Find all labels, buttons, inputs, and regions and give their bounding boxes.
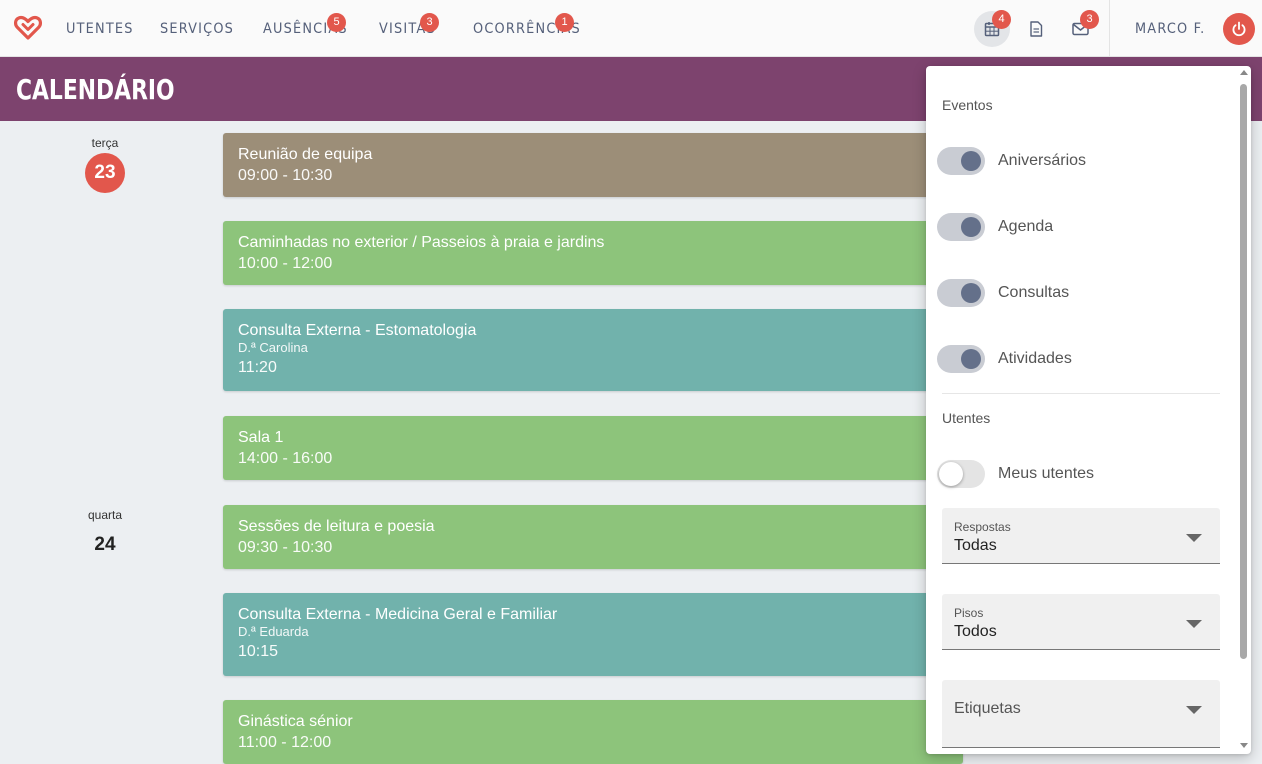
scroll-down-icon[interactable]	[1240, 743, 1248, 748]
toggle-track[interactable]	[937, 147, 985, 175]
event-card[interactable]: Reunião de equipa 09:00 - 10:30	[223, 133, 963, 197]
select-placeholder: Etiquetas	[954, 700, 1021, 717]
user-name[interactable]: MARCO F.	[1135, 21, 1205, 37]
toggle-label: Aniversários	[998, 152, 1087, 169]
toggle-knob	[961, 151, 981, 171]
event-card[interactable]: Consulta Externa - Estomatologia D.ª Car…	[223, 309, 963, 391]
visitas-badge: 3	[420, 13, 439, 32]
toggle-consultas[interactable]: Consultas	[937, 278, 1217, 308]
event-title: Sessões de leitura e poesia	[238, 518, 435, 535]
documents-button[interactable]	[1018, 11, 1054, 47]
ocorrencias-badge: 1	[555, 13, 574, 32]
logout-button[interactable]	[1223, 13, 1255, 45]
toggle-label: Meus utentes	[998, 465, 1095, 482]
messages-badge: 3	[1080, 10, 1099, 29]
calendar-badge: 4	[992, 10, 1011, 29]
toggle-track[interactable]	[937, 279, 985, 307]
toggle-atividades[interactable]: Atividades	[937, 344, 1217, 374]
event-title: Reunião de equipa	[238, 146, 373, 163]
scrollbar-thumb[interactable]	[1240, 84, 1247, 659]
event-time: 14:00 - 16:00	[238, 450, 333, 467]
toggle-track[interactable]	[937, 345, 985, 373]
toggle-knob	[961, 283, 981, 303]
respostas-select[interactable]: Respostas Todas	[942, 508, 1220, 564]
toggle-knob	[939, 462, 963, 486]
select-label: Respostas	[954, 520, 1011, 534]
select-value: Todos	[954, 623, 997, 640]
dropdown-arrow-icon	[1186, 620, 1202, 628]
toggle-label: Atividades	[998, 350, 1072, 367]
etiquetas-select[interactable]: Etiquetas	[942, 680, 1220, 748]
select-label: Pisos	[954, 606, 984, 620]
panel-scrollbar[interactable]	[1238, 66, 1250, 754]
event-card[interactable]: Consulta Externa - Medicina Geral e Fami…	[223, 593, 963, 676]
toggle-knob	[961, 349, 981, 369]
event-time: 11:00 - 12:00	[238, 734, 332, 751]
heart-logo-icon[interactable]	[14, 15, 42, 41]
toggle-knob	[961, 217, 981, 237]
event-time: 11:20	[238, 359, 277, 376]
dropdown-arrow-icon	[1186, 706, 1202, 714]
toggle-track[interactable]	[937, 213, 985, 241]
filter-panel: Eventos Aniversários Agenda Consultas At…	[926, 66, 1251, 754]
event-card[interactable]: Caminhadas no exterior / Passeios à prai…	[223, 221, 963, 285]
event-title: Caminhadas no exterior / Passeios à prai…	[238, 234, 605, 251]
top-nav: UTENTES SERVIÇOS AUSÊNCIAS 5 VISITAS 3 O…	[0, 0, 1262, 57]
scroll-up-icon[interactable]	[1240, 70, 1248, 75]
ausencias-badge: 5	[327, 13, 346, 32]
event-title: Sala 1	[238, 429, 284, 446]
event-time: 09:30 - 10:30	[238, 539, 333, 556]
toggle-label: Agenda	[998, 218, 1054, 235]
event-time: 10:00 - 12:00	[238, 255, 333, 272]
nav-utentes[interactable]: UTENTES	[66, 21, 134, 37]
select-value: Todas	[954, 537, 997, 554]
day-weekday: terça	[91, 136, 119, 150]
document-icon	[1030, 21, 1043, 37]
event-card[interactable]: Ginástica sénior 11:00 - 12:00	[223, 700, 963, 764]
power-icon	[1232, 21, 1246, 37]
event-time: 09:00 - 10:30	[238, 167, 333, 184]
event-card[interactable]: Sessões de leitura e poesia 09:30 - 10:3…	[223, 505, 963, 569]
toggle-meus-utentes[interactable]: Meus utentes	[937, 459, 1217, 489]
toggle-track[interactable]	[937, 460, 985, 488]
event-title: Consulta Externa - Medicina Geral e Fami…	[238, 606, 558, 623]
event-title: Consulta Externa - Estomatologia	[238, 322, 477, 339]
events-section-title: Eventos	[942, 97, 993, 113]
nav-servicos[interactable]: SERVIÇOS	[160, 21, 234, 37]
toggle-label: Consultas	[998, 284, 1070, 301]
day-number[interactable]: 24	[85, 525, 125, 565]
event-doctor: D.ª Eduarda	[238, 624, 309, 639]
event-time: 10:15	[238, 643, 279, 660]
event-title: Ginástica sénior	[238, 713, 353, 730]
dropdown-arrow-icon	[1186, 534, 1202, 542]
residents-section-title: Utentes	[942, 410, 991, 426]
event-doctor: D.ª Carolina	[238, 340, 308, 355]
pisos-select[interactable]: Pisos Todos	[942, 594, 1220, 650]
day-weekday: quarta	[87, 508, 123, 522]
day-number-today[interactable]: 23	[85, 153, 125, 193]
toggle-aniversarios[interactable]: Aniversários	[937, 146, 1217, 176]
toggle-agenda[interactable]: Agenda	[937, 212, 1217, 242]
page-title: CALENDÁRIO	[16, 73, 175, 106]
event-card[interactable]: Sala 1 14:00 - 16:00	[223, 416, 963, 480]
section-divider	[942, 393, 1220, 394]
nav-divider	[1109, 0, 1110, 57]
